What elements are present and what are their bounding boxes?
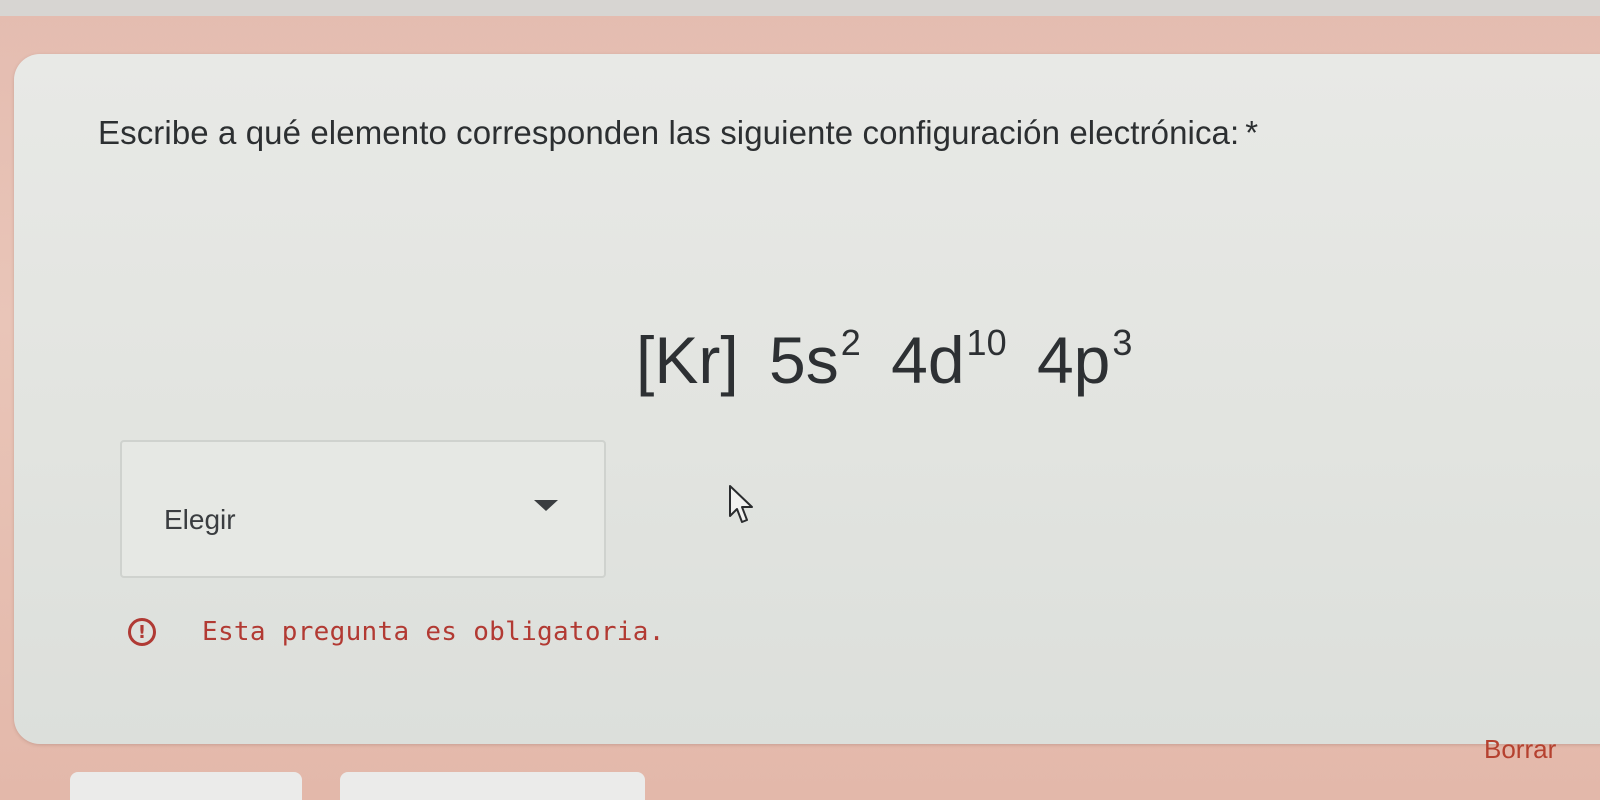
electron-configuration: [Kr] 5s2 4d10 4p3 — [636, 322, 1144, 398]
back-button[interactable] — [70, 772, 302, 800]
term-base: 4p — [1036, 323, 1111, 397]
element-select-dropdown[interactable]: Elegir — [120, 440, 606, 578]
clear-form-button[interactable]: Borrar — [1484, 734, 1556, 765]
question-card: Escribe a qué elemento corresponden las … — [14, 54, 1600, 744]
formula-term-5s: 5s2 — [769, 322, 861, 397]
dropdown-selected-value: Elegir — [164, 504, 236, 535]
validation-message: ! Esta pregunta es obligatoria. — [128, 614, 665, 650]
question-title: Escribe a qué elemento corresponden las … — [98, 114, 1598, 152]
term-base: 4d — [891, 323, 965, 397]
top-strip — [0, 0, 1600, 16]
required-asterisk: * — [1245, 114, 1259, 151]
mouse-pointer-icon — [729, 485, 753, 523]
exclamation-circle-icon: ! — [128, 618, 156, 646]
term-exponent: 2 — [840, 322, 861, 363]
caret-down-icon — [534, 500, 558, 511]
term-base: 5s — [769, 323, 839, 397]
formula-core: [Kr] — [636, 323, 739, 397]
next-button[interactable] — [340, 772, 645, 800]
term-exponent: 3 — [1112, 322, 1133, 363]
term-exponent: 10 — [966, 322, 1007, 363]
validation-text: Esta pregunta es obligatoria. — [202, 617, 665, 647]
formula-term-4d: 4d10 — [891, 322, 1007, 397]
formula-term-4p: 4p3 — [1036, 322, 1133, 397]
question-title-text: Escribe a qué elemento corresponden las … — [98, 114, 1240, 151]
